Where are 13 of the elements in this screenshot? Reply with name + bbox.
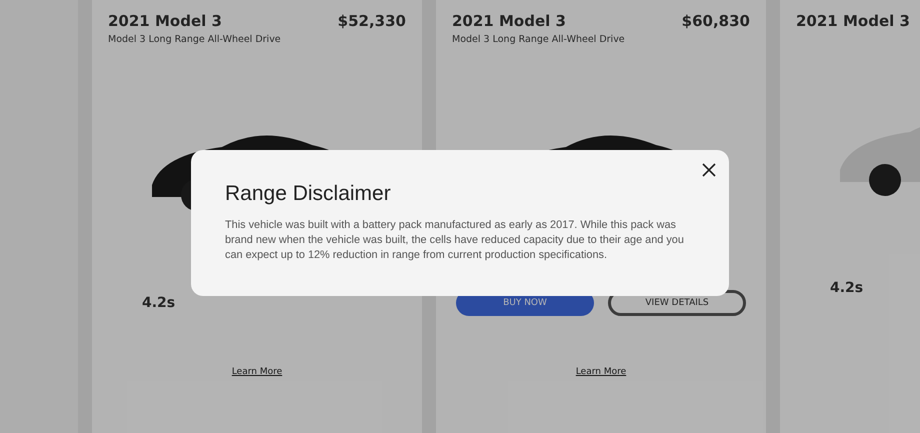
car-trim: Model 3 Long Range All-Wheel Drive	[108, 34, 281, 45]
stat-value: 4.2s	[830, 280, 864, 296]
learn-more-link[interactable]: Learn More	[232, 367, 282, 377]
car-title: 2021 Model 3	[452, 12, 567, 30]
car-price: $60,830	[682, 12, 750, 30]
dialog-title: Range Disclaimer	[225, 182, 392, 206]
car-title: 2021 Model 3	[108, 12, 223, 30]
car-price: $52,330	[338, 12, 406, 30]
car-trim: Model 3 Long Range All-Wheel Drive	[452, 34, 625, 45]
stat-value: 4.2s	[142, 295, 176, 311]
car-title: 2021 Model 3	[796, 12, 910, 30]
dialog-body: This vehicle was built with a battery pack manufactured as early as 2017. While this pack was brand new when the vehicle was built, the cells have reduced capacity due to their age and you can expect up to 12% reduction in range from current production specifications.	[225, 218, 685, 263]
learn-more-link[interactable]: Learn More	[576, 367, 626, 377]
